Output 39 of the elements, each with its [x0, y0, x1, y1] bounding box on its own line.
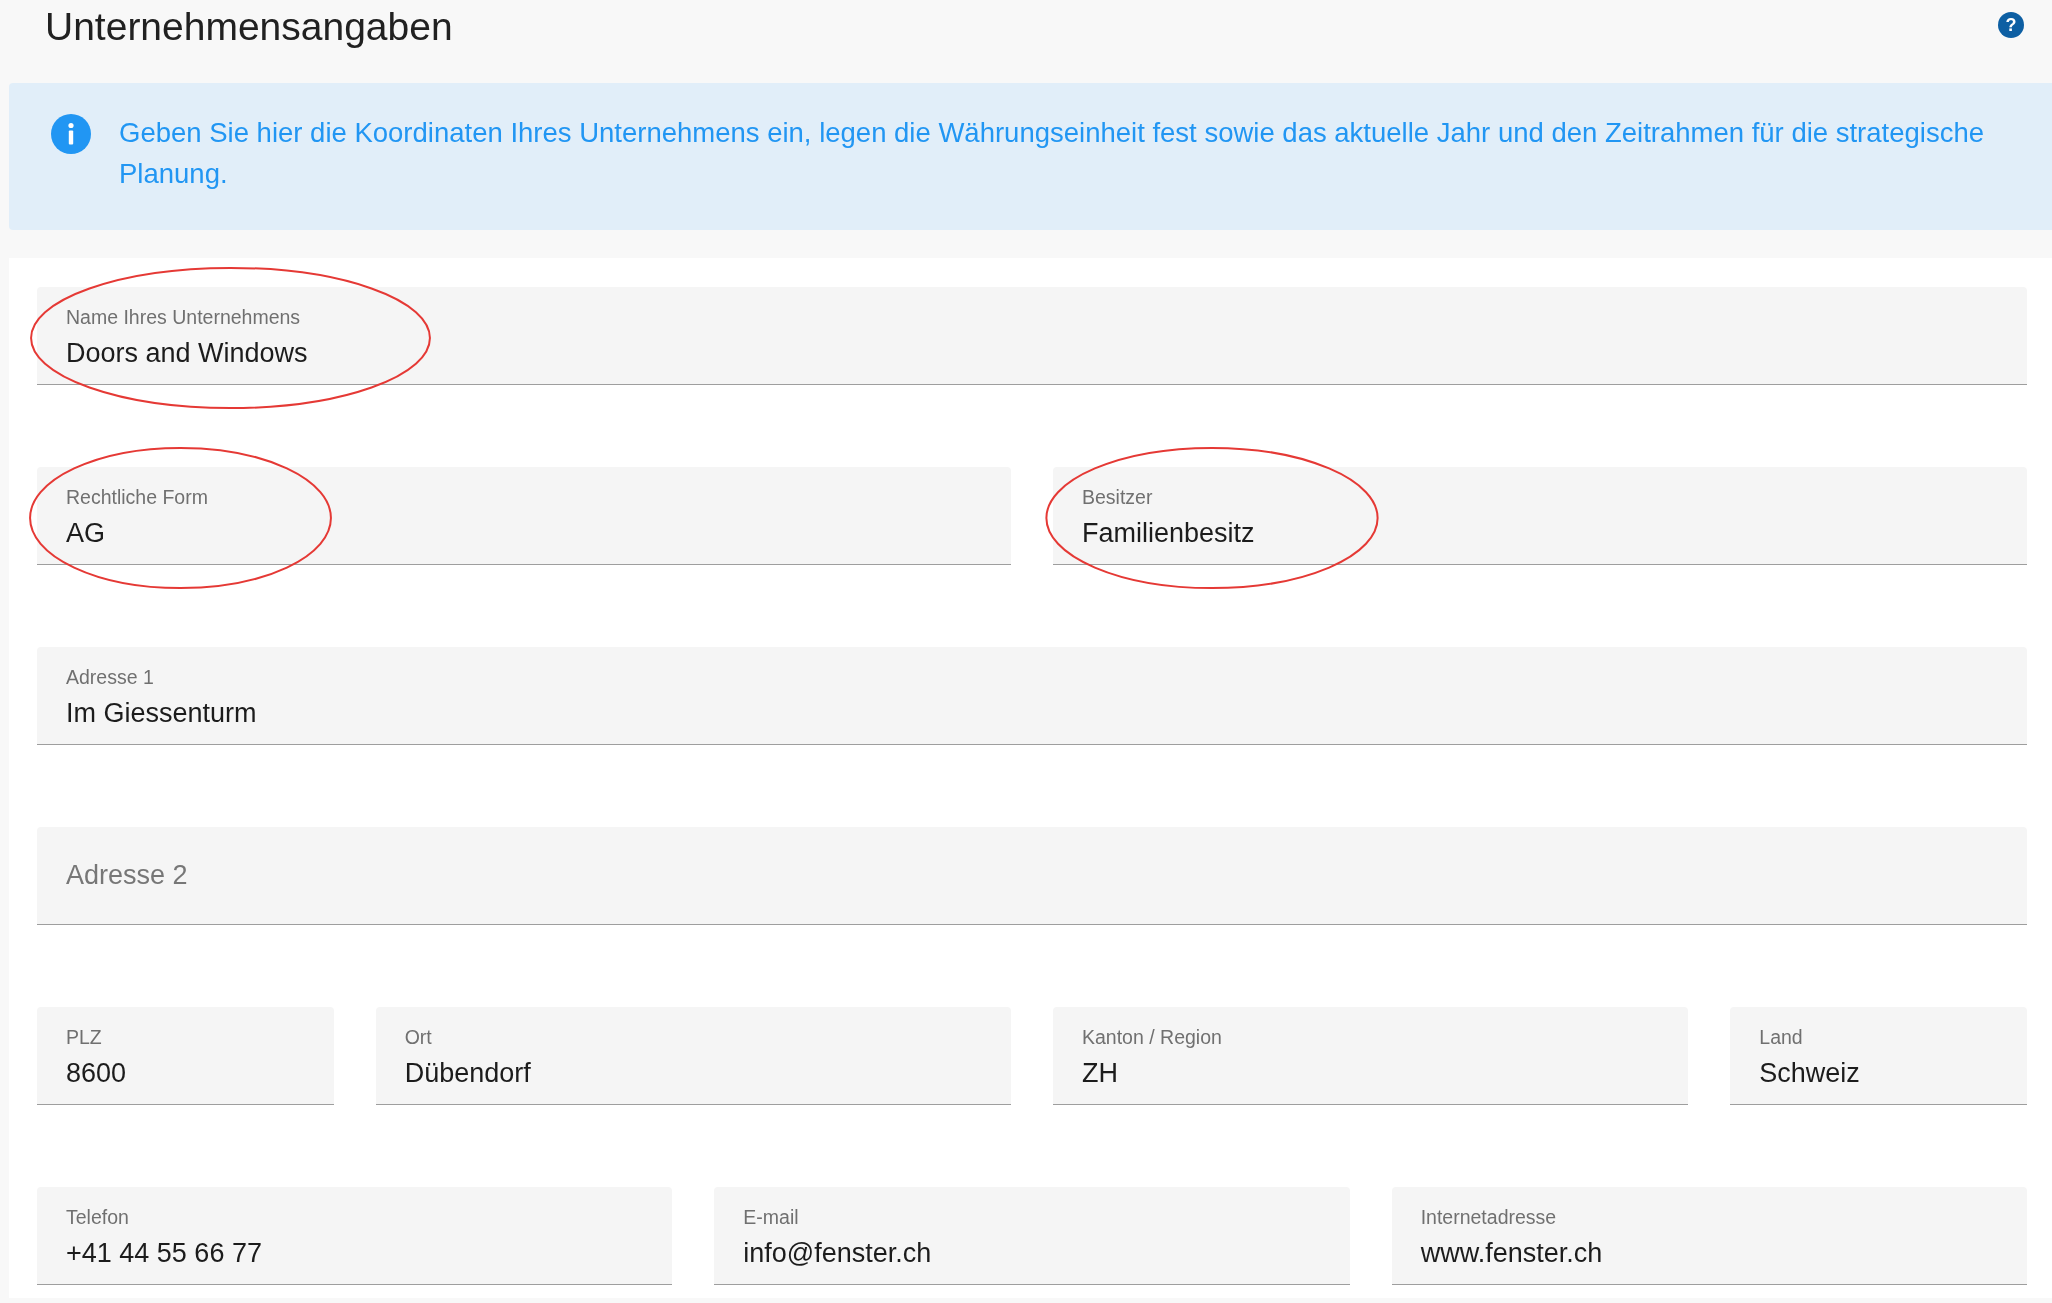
info-icon — [51, 114, 91, 154]
field-value: info@fenster.ch — [743, 1237, 932, 1270]
field-value: Familienbesitz — [1082, 517, 1255, 550]
text-field[interactable]: Name Ihres Unternehmens Doors and Windows — [37, 287, 2027, 385]
field-label: PLZ — [66, 1025, 103, 1049]
field-value: Dübendorf — [404, 1057, 531, 1090]
field-label: Name Ihres Unternehmens — [66, 305, 302, 329]
field-label: Land — [1759, 1025, 1804, 1049]
page-title: Unternehmensangaben — [45, 4, 453, 50]
field-value: Schweiz — [1759, 1057, 1860, 1090]
text-field[interactable]: PLZ 8600 — [37, 1007, 334, 1105]
field-value: 8600 — [66, 1057, 127, 1090]
text-field[interactable]: E-mail info@fenster.ch — [714, 1187, 1350, 1285]
field-value: ZH — [1082, 1057, 1119, 1090]
field-label: Telefon — [66, 1205, 130, 1229]
field-placeholder: Adresse 2 — [66, 859, 188, 892]
text-field[interactable]: Kanton / Region ZH — [1053, 1007, 1689, 1105]
field-value: +41 44 55 66 77 — [66, 1237, 262, 1270]
field-label: Adresse 1 — [66, 665, 155, 689]
help-button[interactable]: ? — [1998, 12, 2024, 38]
field-label: Ort — [404, 1025, 433, 1049]
field-value: Doors and Windows — [66, 337, 308, 370]
text-field[interactable]: Internetadresse www.fenster.ch — [1391, 1187, 2027, 1285]
field-label: Internetadresse — [1420, 1205, 1558, 1229]
text-field[interactable]: Telefon +41 44 55 66 77 — [37, 1187, 673, 1285]
text-field[interactable]: Adresse 2 — [37, 827, 2027, 925]
text-field[interactable]: Rechtliche Form AG — [37, 467, 1011, 565]
field-label: E-mail — [743, 1205, 800, 1229]
text-field[interactable]: Ort Dübendorf — [375, 1007, 1011, 1105]
field-label: Rechtliche Form — [66, 485, 208, 509]
field-value: Im Giessenturm — [66, 697, 257, 730]
field-label: Kanton / Region — [1082, 1025, 1222, 1049]
field-value: AG — [66, 517, 106, 550]
text-field[interactable]: Besitzer Familienbesitz — [1053, 467, 2027, 565]
info-text: Geben Sie hier die Koordinaten Ihres Unternehmens ein, legen die Währungseinheit fest sowie das aktuelle Jahr und den Zeitrahmen für die strategische Planung. — [119, 116, 1985, 191]
text-field[interactable]: Land Schweiz — [1730, 1007, 2027, 1105]
field-value: www.fenster.ch — [1420, 1237, 1603, 1270]
field-label: Besitzer — [1082, 485, 1154, 509]
text-field[interactable]: Adresse 1 Im Giessenturm — [37, 647, 2027, 745]
